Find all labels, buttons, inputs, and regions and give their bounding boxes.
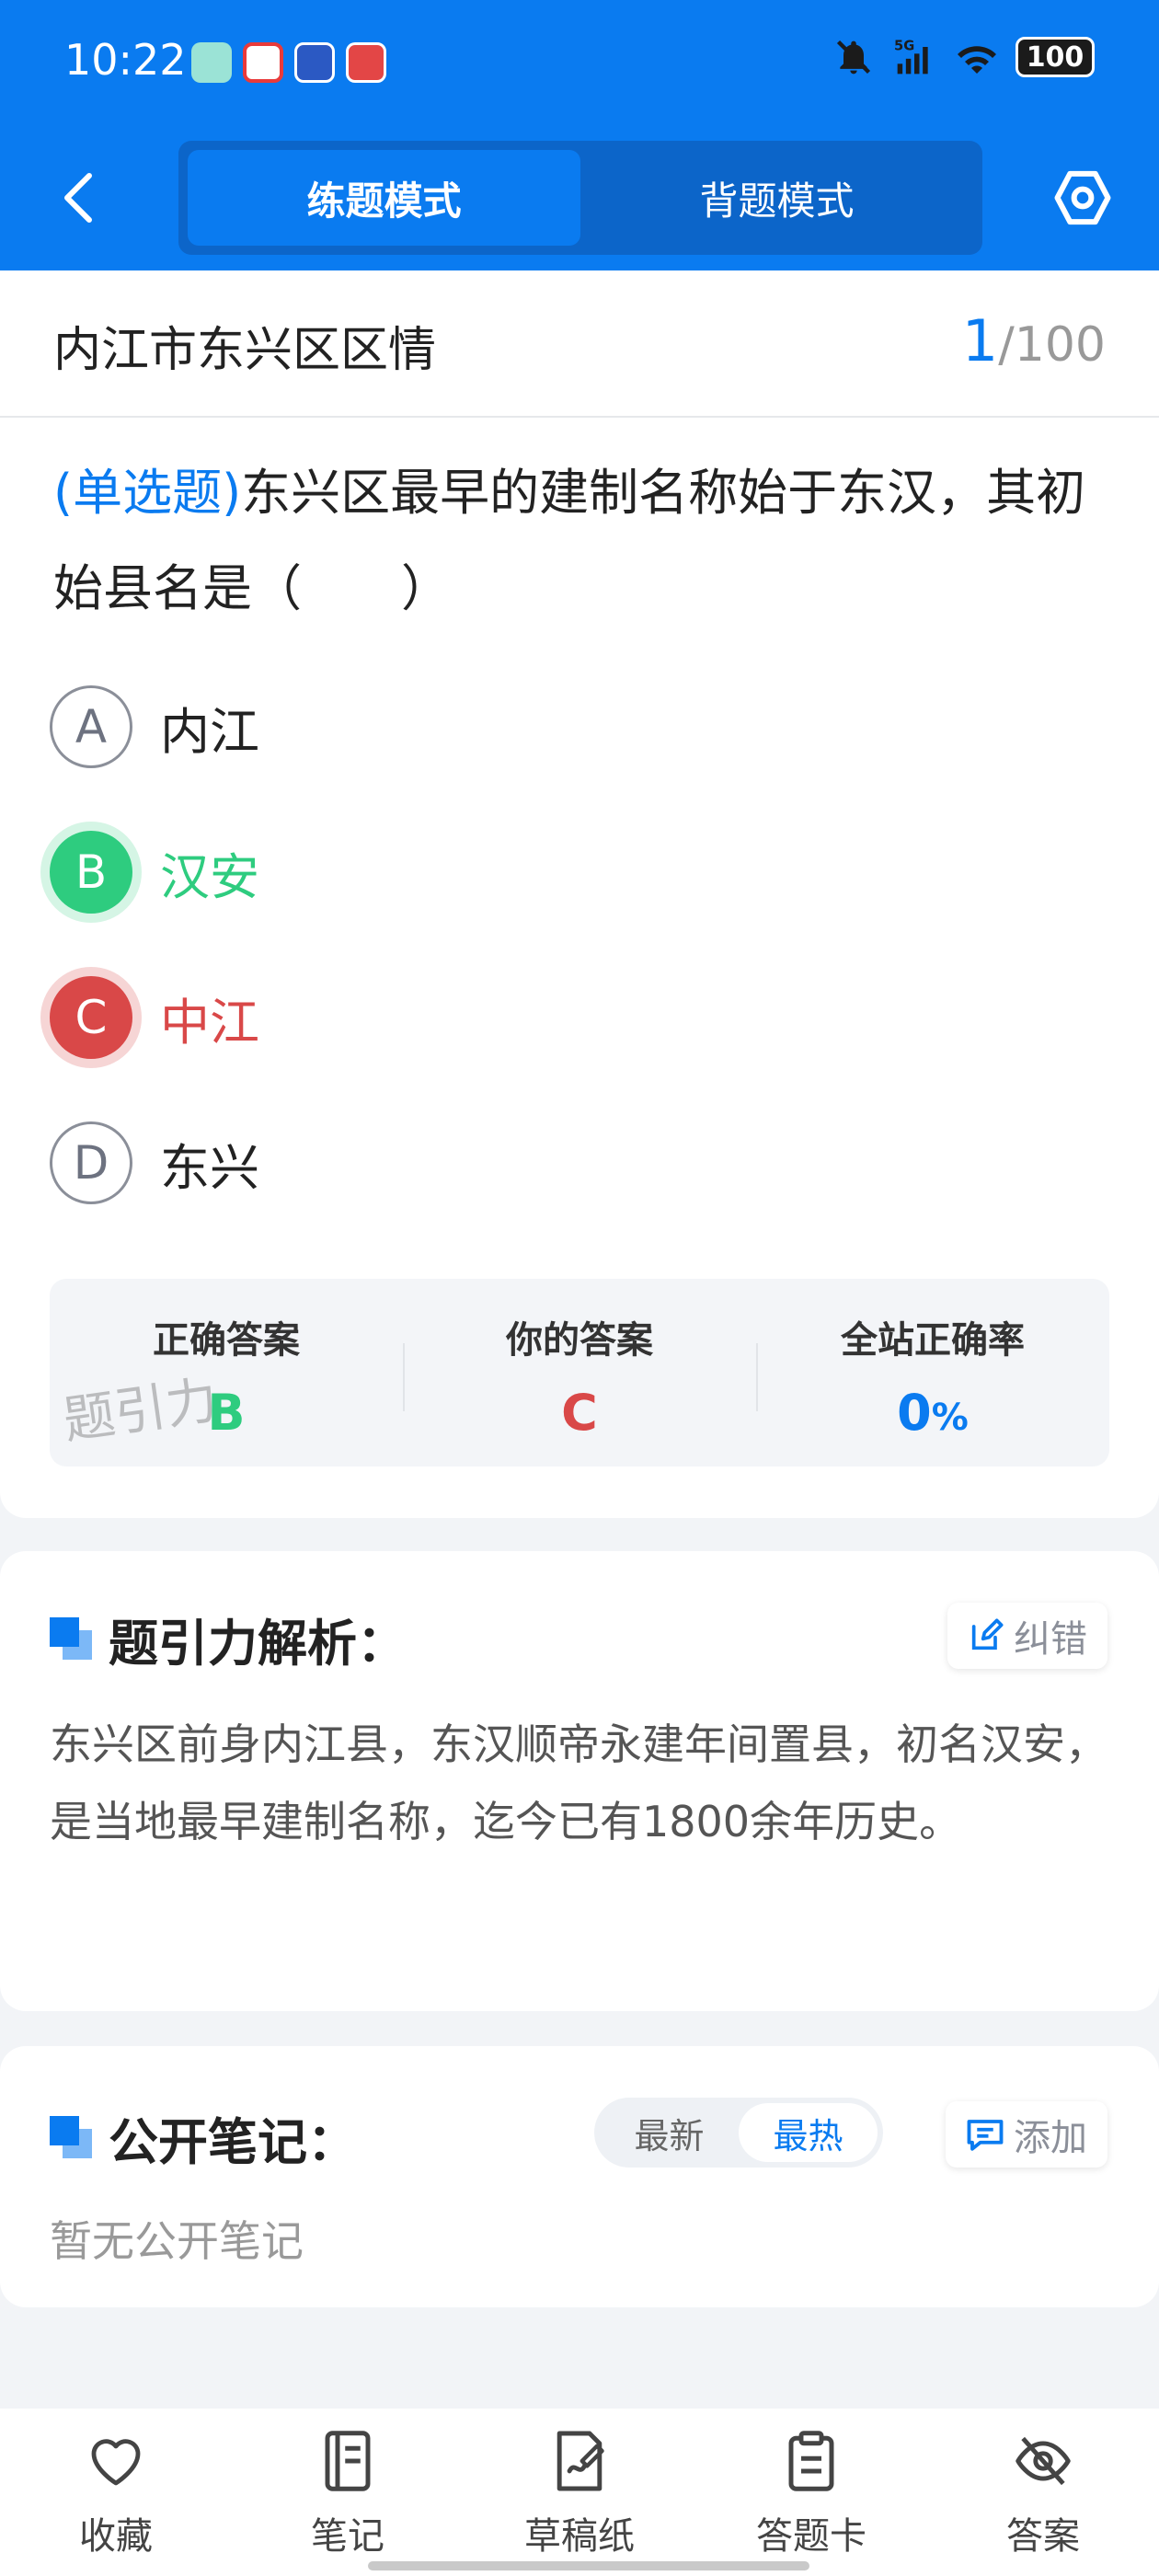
heart-icon <box>84 2429 148 2493</box>
option-letter: B <box>50 831 132 914</box>
home-indicator[interactable] <box>368 2561 809 2570</box>
answer-sheet-icon <box>779 2429 843 2493</box>
option-text: 内江 <box>160 702 259 761</box>
signal-5g-icon: 5G <box>894 37 935 77</box>
answer-panel: 正确答案 B 题引力 你的答案 C 全站正确率 0% <box>50 1279 1109 1466</box>
accuracy-value: 0% <box>897 1384 969 1442</box>
accuracy-number: 0 <box>897 1384 932 1442</box>
status-right: 5G 100 <box>833 37 1095 77</box>
wifi-icon <box>955 37 996 77</box>
analysis-card: 题引力解析： 纠错 东兴区前身内江县，东汉顺帝永建年间置县，初名汉安，是当地最早… <box>0 1551 1159 2011</box>
option-a[interactable]: A 内江 <box>50 684 259 769</box>
sort-hottest[interactable]: 最热 <box>739 2103 878 2162</box>
correct-answer-col: 正确答案 B 题引力 <box>50 1279 403 1466</box>
tab-practice-mode[interactable]: 练题模式 <box>188 150 580 246</box>
bottom-nav: 收藏 笔记 草稿纸 答题卡 答案 <box>0 2409 1159 2576</box>
draft-paper-icon <box>547 2429 612 2493</box>
app-notification-icon <box>294 42 335 83</box>
hexagon-settings-icon <box>1054 170 1111 225</box>
option-d[interactable]: D 东兴 <box>50 1121 259 1205</box>
report-error-label: 纠错 <box>1014 1618 1087 1661</box>
nav-answer-sheet[interactable]: 答题卡 <box>695 2409 927 2576</box>
section-mark-icon <box>50 1616 94 1662</box>
analysis-header: 题引力解析： <box>50 1603 407 1675</box>
total-question-count: /100 <box>998 317 1106 373</box>
option-letter: D <box>50 1121 132 1204</box>
nav-label: 草稿纸 <box>524 2515 635 2558</box>
your-answer-value: C <box>561 1384 598 1442</box>
analysis-title: 题引力解析： <box>109 1615 407 1673</box>
chevron-left-icon <box>64 173 92 223</box>
report-error-button[interactable]: 纠错 <box>947 1603 1107 1669</box>
top-header: 10:22 5G 100 练题模式 背题模式 <box>0 0 1159 270</box>
status-bar: 10:22 5G 100 <box>0 0 1159 129</box>
accuracy-label: 全站正确率 <box>841 1319 1025 1362</box>
option-letter: C <box>50 976 132 1059</box>
add-note-label: 添加 <box>1014 2117 1087 2159</box>
nav-notes[interactable]: 笔记 <box>232 2409 464 2576</box>
empty-notes-text: 暂无公开笔记 <box>50 2216 304 2266</box>
app-notification-icon <box>191 42 232 83</box>
option-c[interactable]: C 中江 <box>50 975 259 1060</box>
current-question-number: 1 <box>961 307 999 374</box>
subject-row: 内江市东兴区区情 1/100 <box>0 270 1159 418</box>
nav-draft-paper[interactable]: 草稿纸 <box>464 2409 695 2576</box>
question-counter: 1/100 <box>962 307 1106 374</box>
option-text: 东兴 <box>160 1138 259 1197</box>
nav-label: 笔记 <box>311 2515 384 2558</box>
settings-button[interactable] <box>1049 164 1117 232</box>
mode-switch: 练题模式 背题模式 <box>178 141 982 255</box>
analysis-body: 东兴区前身内江县，东汉顺帝永建年间置县，初名汉安，是当地最早建制名称，迄今已有1… <box>50 1719 1107 1846</box>
notes-title: 公开笔记： <box>109 2113 357 2171</box>
watermark: 题引力 <box>59 1370 222 1452</box>
accuracy-col: 全站正确率 0% <box>756 1279 1109 1466</box>
eye-off-icon <box>1011 2429 1075 2493</box>
svg-text:5G: 5G <box>894 39 914 54</box>
back-button[interactable] <box>46 166 110 230</box>
battery-icon: 100 <box>1016 37 1095 77</box>
accuracy-unit: % <box>931 1397 969 1439</box>
notes-card: 公开笔记： 最新 最热 添加 暂无公开笔记 <box>0 2046 1159 2307</box>
status-time: 10:22 <box>64 35 187 85</box>
option-letter: A <box>50 685 132 768</box>
question-card: 内江市东兴区区情 1/100 (单选题)东兴区最早的建制名称始于东汉，其初始县名… <box>0 270 1159 1518</box>
nav-row: 练题模式 背题模式 <box>0 138 1159 258</box>
question-text: (单选题)东兴区最早的建制名称始于东汉，其初始县名是（ ） <box>53 445 1111 637</box>
nav-show-answer[interactable]: 答案 <box>927 2409 1159 2576</box>
option-text: 中江 <box>160 993 259 1052</box>
notes-sort-toggle: 最新 最热 <box>594 2098 883 2168</box>
your-answer-label: 你的答案 <box>506 1319 653 1362</box>
bell-off-icon <box>833 37 874 77</box>
correct-answer-label: 正确答案 <box>153 1319 300 1362</box>
nav-favorite[interactable]: 收藏 <box>0 2409 232 2576</box>
notebook-icon <box>316 2429 380 2493</box>
tab-memorize-mode[interactable]: 背题模式 <box>580 150 973 246</box>
question-type: (单选题) <box>53 464 242 522</box>
your-answer-col: 你的答案 C <box>403 1279 756 1466</box>
nav-label: 答题卡 <box>756 2515 866 2558</box>
edit-icon <box>971 1618 1004 1650</box>
option-b[interactable]: B 汉安 <box>50 830 259 914</box>
add-note-button[interactable]: 添加 <box>946 2101 1107 2168</box>
nav-label: 收藏 <box>79 2515 153 2558</box>
section-mark-icon <box>50 2115 94 2160</box>
app-notification-icon <box>346 42 386 83</box>
option-text: 汉安 <box>160 847 259 906</box>
notification-app-icons <box>191 42 386 83</box>
notes-header: 公开笔记： <box>50 2101 357 2174</box>
comment-icon <box>967 2120 1004 2151</box>
subject-title: 内江市东兴区区情 <box>53 323 437 378</box>
app-notification-icon <box>243 42 283 83</box>
sort-newest[interactable]: 最新 <box>600 2103 739 2162</box>
nav-label: 答案 <box>1006 2515 1080 2558</box>
